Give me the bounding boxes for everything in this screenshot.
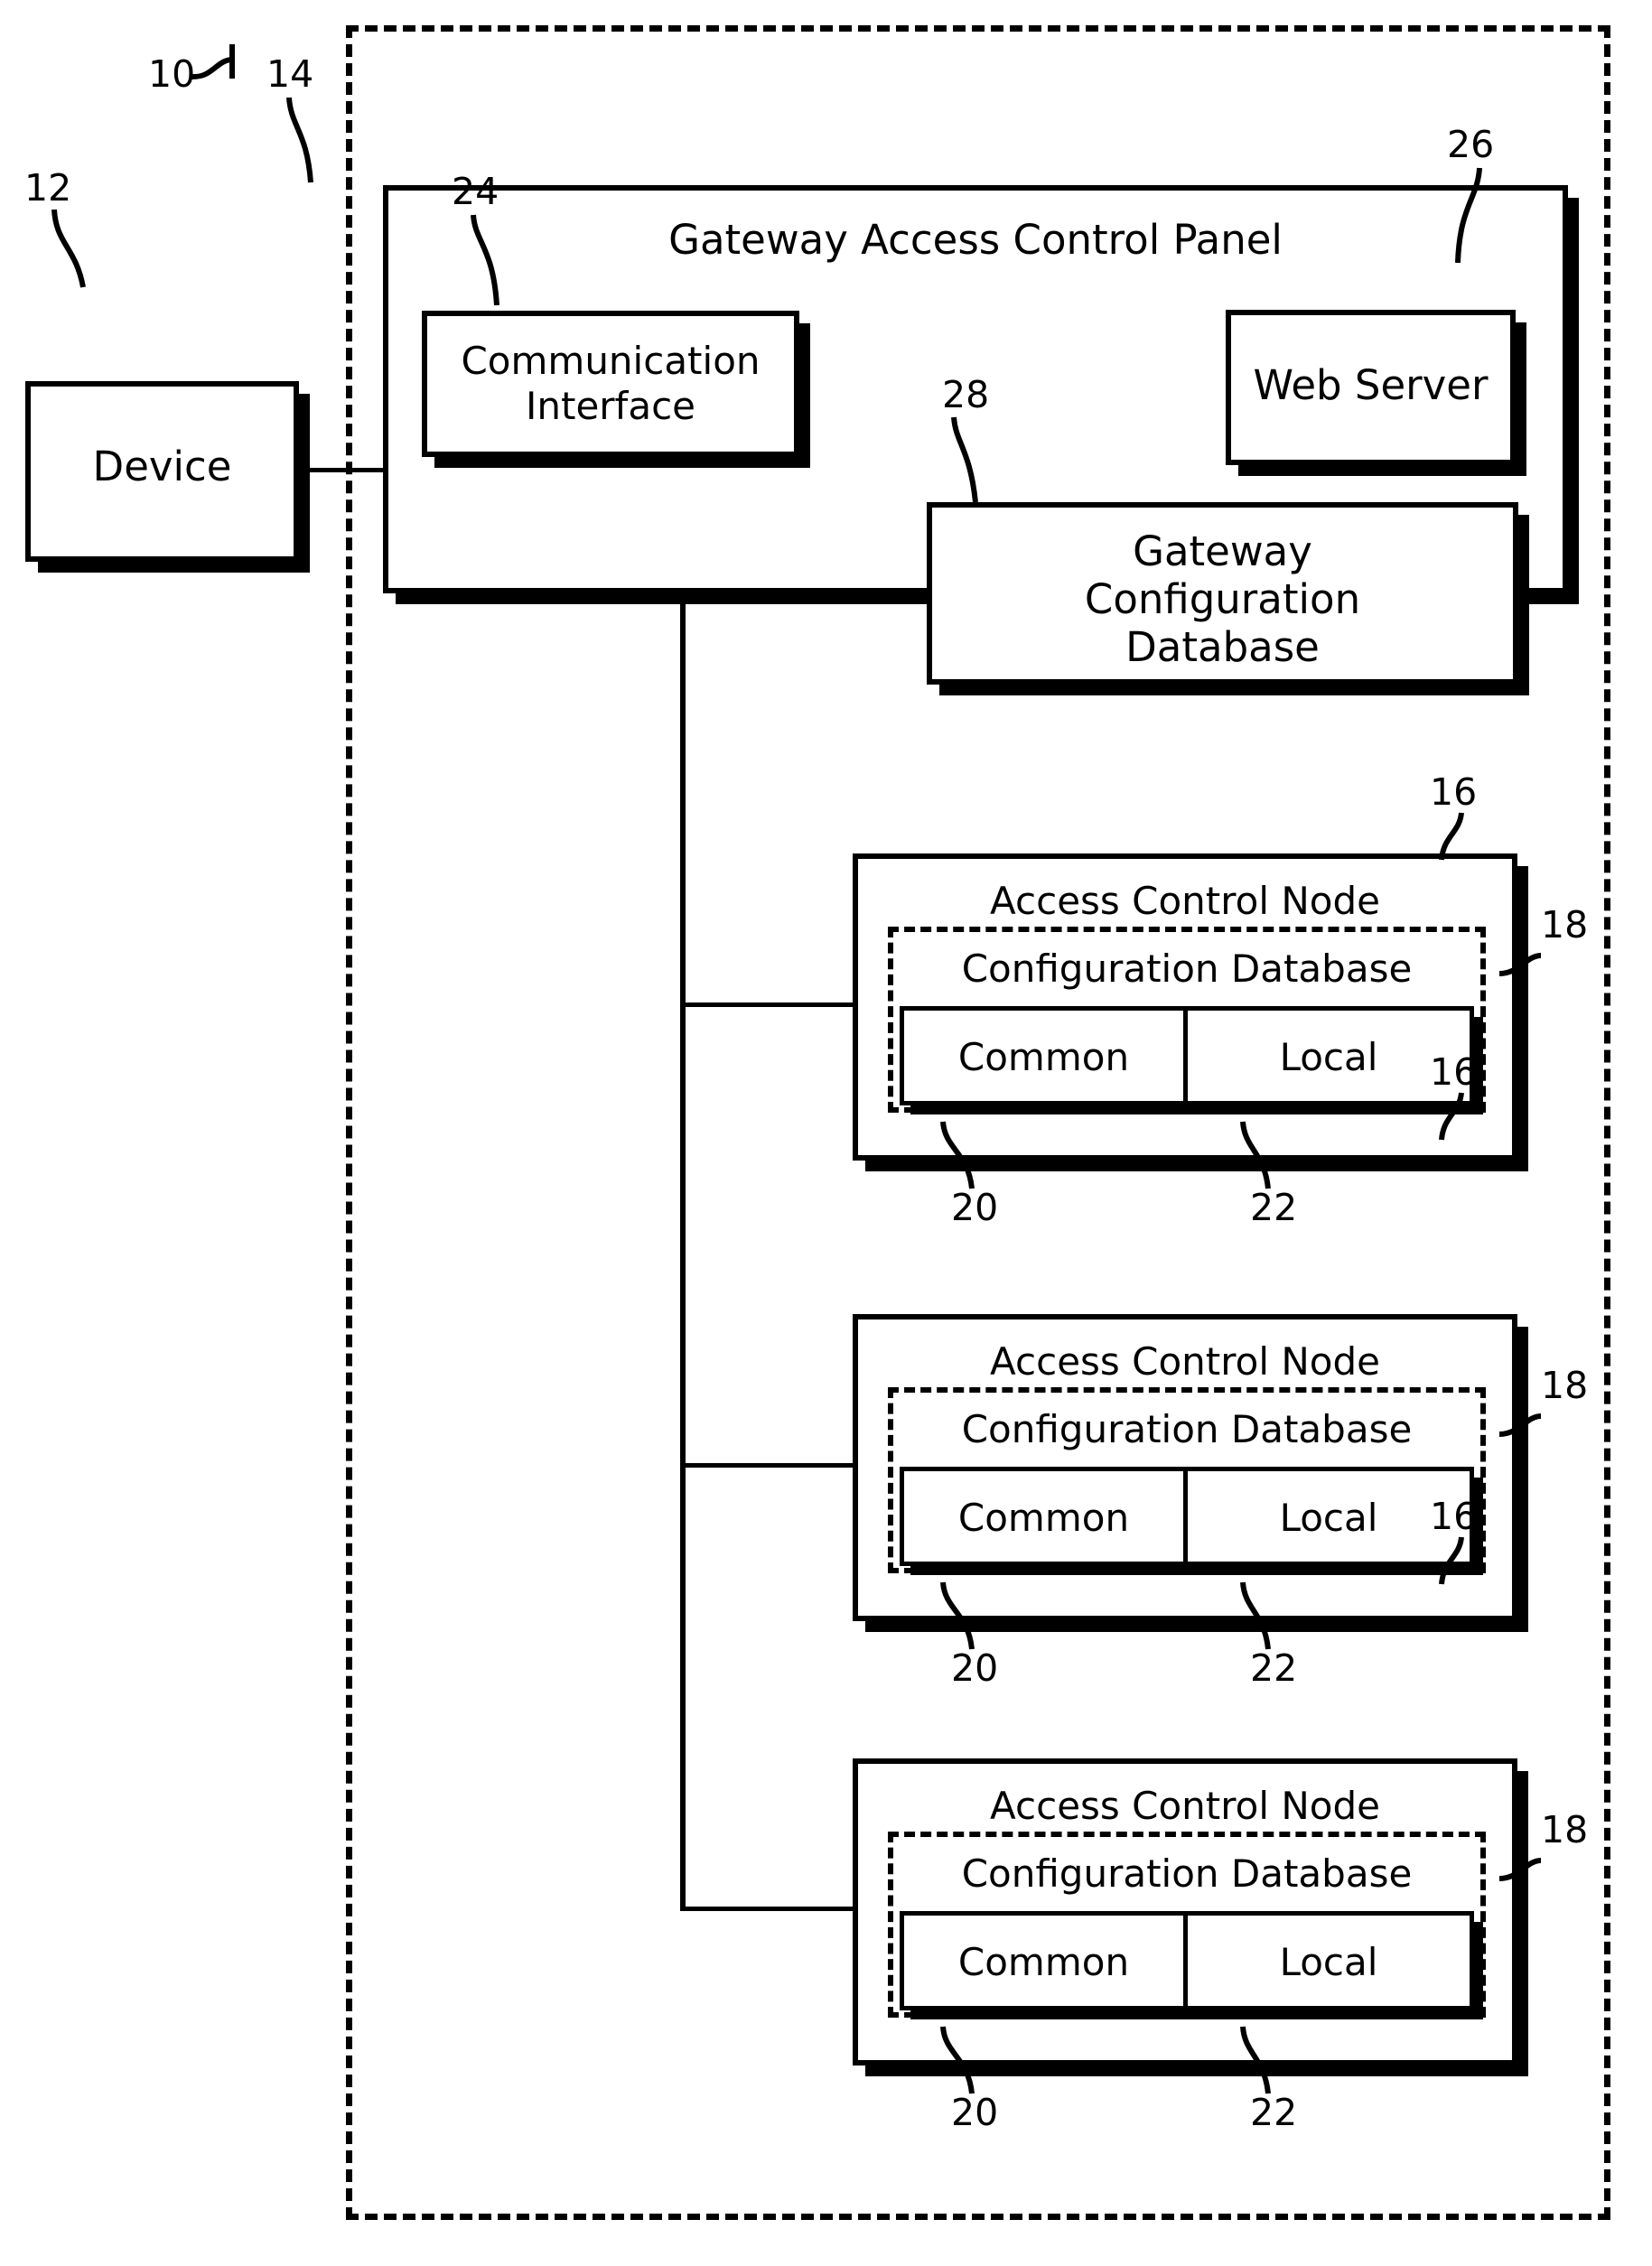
local-label-3: Local (1279, 1940, 1378, 1984)
common-local-divider-3 (1183, 1916, 1188, 2006)
ref-18-node-2: 18 (1541, 1364, 1589, 1407)
gateway-configuration-database-box: Gateway Configuration Database (927, 502, 1518, 685)
ref-20-node-3: 20 (951, 2091, 999, 2134)
local-label-2: Local (1279, 1496, 1378, 1540)
ref-26: 26 (1447, 123, 1495, 166)
ref-10: 10 (148, 52, 196, 96)
device-label: Device (92, 443, 232, 490)
access-control-node-1-title: Access Control Node (990, 879, 1380, 923)
ref-22-node-1: 22 (1250, 1186, 1298, 1229)
ref-24: 24 (452, 170, 499, 213)
bus-trunk (680, 591, 686, 1909)
common-local-row-3: Common Local (900, 1911, 1474, 2010)
web-server-box: Web Server (1226, 310, 1516, 465)
ref-20-node-1: 20 (951, 1186, 999, 1229)
ref-28: 28 (942, 373, 990, 416)
ref-16-node-2: 16 (1430, 1050, 1478, 1094)
ref-12: 12 (24, 166, 72, 210)
ref-14: 14 (266, 52, 314, 96)
web-server-label: Web Server (1253, 361, 1489, 409)
device-box: Device (25, 381, 299, 562)
ref-22-node-2: 22 (1250, 1646, 1298, 1690)
ref-18-node-3: 18 (1541, 1808, 1589, 1851)
common-local-row-2: Common Local (900, 1467, 1474, 1566)
common-label-3: Common (957, 1940, 1130, 1984)
patent-figure-canvas: 10 Device 12 Gateway Access Control Pane… (0, 0, 1652, 2266)
gateway-panel-title: Gateway Access Control Panel (668, 216, 1283, 264)
common-local-divider-2 (1183, 1471, 1188, 1562)
access-control-node-2-title: Access Control Node (990, 1339, 1380, 1384)
ref-12-leader (51, 209, 86, 288)
bus-branch-node-3 (680, 1907, 857, 1911)
ref-18-node-1: 18 (1541, 903, 1589, 946)
local-label-1: Local (1279, 1035, 1378, 1079)
ref-16-node-1: 16 (1430, 770, 1478, 814)
communication-interface-box: Communication Interface (422, 311, 799, 457)
common-label-1: Common (957, 1035, 1130, 1079)
common-label-2: Common (957, 1496, 1130, 1540)
ref-16-node-3: 16 (1430, 1495, 1478, 1538)
ref-22-node-3: 22 (1250, 2091, 1298, 2134)
communication-interface-label: Communication Interface (461, 339, 761, 428)
common-local-row-1: Common Local (900, 1006, 1474, 1105)
ref-20-node-2: 20 (951, 1646, 999, 1690)
bus-branch-node-1 (680, 1002, 857, 1007)
common-local-divider-1 (1183, 1011, 1188, 1101)
bus-branch-node-2 (680, 1463, 857, 1468)
gateway-configuration-database-label: Gateway Configuration Database (1084, 527, 1361, 672)
access-control-node-3-title: Access Control Node (990, 1784, 1380, 1828)
